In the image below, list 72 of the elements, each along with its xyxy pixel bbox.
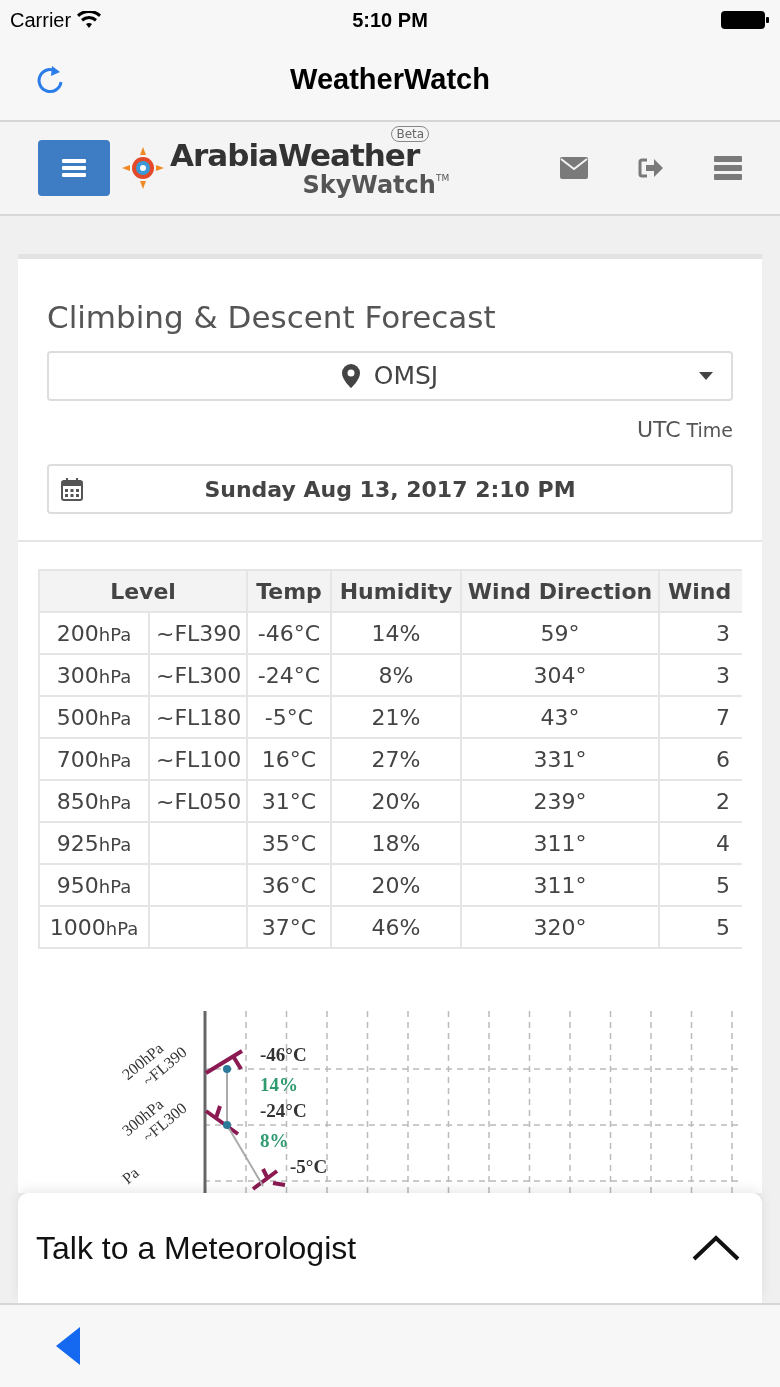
battery-icon — [720, 9, 770, 31]
table-cell: ~FL390 — [149, 612, 247, 654]
table-cell: 37°C — [247, 906, 331, 948]
carrier-label: Carrier — [10, 8, 72, 33]
table-cell: 21% — [331, 696, 461, 738]
table-cell: 35°C — [247, 822, 331, 864]
table-cell: ~FL300 — [149, 654, 247, 696]
table-cell: 304° — [461, 654, 659, 696]
table-cell: ~FL050 — [149, 780, 247, 822]
server-icon[interactable] — [714, 156, 742, 180]
table-cell: 300hPa — [39, 654, 149, 696]
table-cell: 239° — [461, 780, 659, 822]
column-header: Level — [39, 570, 247, 612]
menu-button[interactable] — [38, 140, 110, 196]
table-cell: 20% — [331, 780, 461, 822]
product-name: SkyWatch — [302, 172, 436, 198]
temperature-label: -24°C — [260, 1100, 307, 1121]
table-cell: -5°C — [247, 696, 331, 738]
table-cell: 200hPa — [39, 612, 149, 654]
level-label: Pa — [118, 1163, 142, 1188]
date-field[interactable]: Sunday Aug 13, 2017 2:10 PM — [47, 464, 733, 514]
table-cell: 331° — [461, 738, 659, 780]
table-cell: 500hPa — [39, 696, 149, 738]
trademark-mark: TM — [435, 172, 450, 183]
column-header: Humidity — [331, 570, 461, 612]
mail-icon[interactable] — [560, 157, 588, 179]
table-cell: 59° — [461, 612, 659, 654]
column-header: Wind Direction — [461, 570, 659, 612]
logout-icon[interactable] — [638, 157, 664, 179]
table-cell: 16°C — [247, 738, 331, 780]
table-cell: -46°C — [247, 612, 331, 654]
table-cell: 950hPa — [39, 864, 149, 906]
table-cell: 43° — [461, 696, 659, 738]
chevron-up-icon — [692, 1235, 740, 1261]
clock-time: 5:10 PM — [352, 8, 428, 33]
station-select[interactable]: OMSJ — [47, 351, 733, 401]
nav-title: WeatherWatch — [290, 62, 490, 98]
card-title: Climbing & Descent Forecast — [47, 298, 497, 337]
table-cell: 27% — [331, 738, 461, 780]
table-cell: ~FL180 — [149, 696, 247, 738]
table-cell: 925hPa — [39, 822, 149, 864]
table-cell: 46% — [331, 906, 461, 948]
bottom-sheet[interactable]: Talk to a Meteorologist — [18, 1193, 762, 1303]
table-cell: -24°C — [247, 654, 331, 696]
timezone-unit: Time — [686, 418, 733, 443]
table-cell: 14% — [331, 612, 461, 654]
table-cell: 31°C — [247, 780, 331, 822]
back-icon[interactable] — [56, 1327, 80, 1365]
timezone-label: UTC — [636, 416, 681, 444]
column-header: Wind — [659, 570, 742, 612]
column-header: Temp — [247, 570, 331, 612]
table-cell: 850hPa — [39, 780, 149, 822]
table-cell: 311° — [461, 822, 659, 864]
table-cell: 311° — [461, 864, 659, 906]
table-cell: 1000hPa — [39, 906, 149, 948]
wifi-icon — [77, 11, 102, 29]
sun-logo-icon — [122, 147, 164, 189]
table-cell: 20% — [331, 864, 461, 906]
humidity-label: 8% — [260, 1130, 289, 1151]
table-cell: 8% — [331, 654, 461, 696]
temperature-label: -46°C — [260, 1044, 307, 1065]
humidity-label: 14% — [260, 1074, 298, 1095]
caret-icon — [699, 372, 713, 380]
table-cell: ~FL100 — [149, 738, 247, 780]
table-cell: 320° — [461, 906, 659, 948]
table-cell: 18% — [331, 822, 461, 864]
map-pin-icon — [341, 364, 360, 388]
table-cell: 36°C — [247, 864, 331, 906]
menu-icon — [62, 158, 86, 178]
table-cell: 700hPa — [39, 738, 149, 780]
temperature-label: -5°C — [290, 1156, 328, 1177]
calendar-icon — [61, 477, 83, 501]
